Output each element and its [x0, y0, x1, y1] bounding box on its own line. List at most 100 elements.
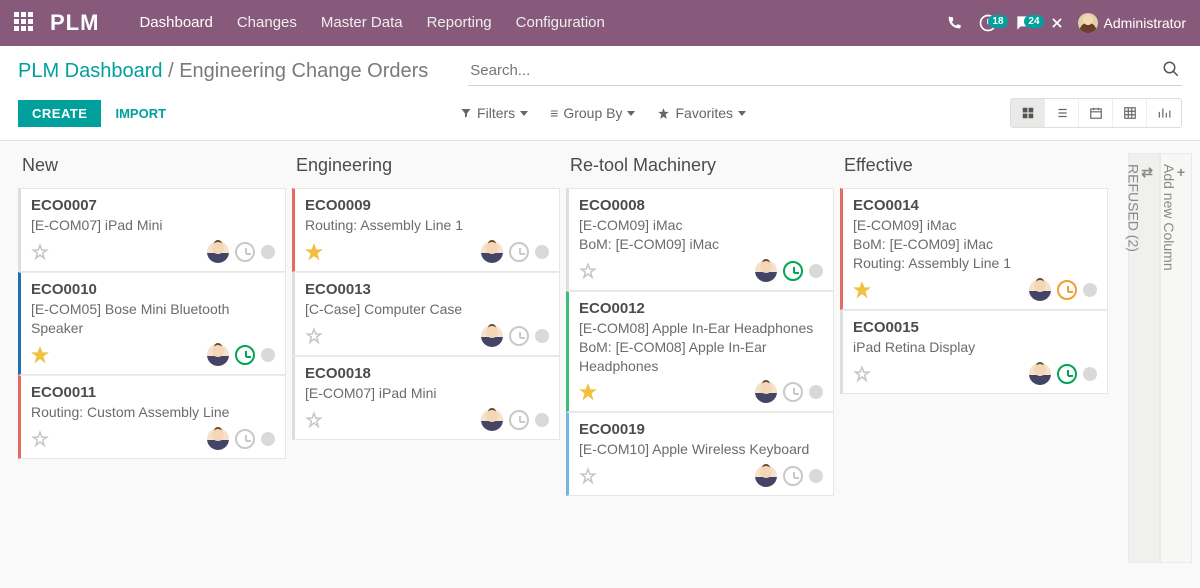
kanban-column-title[interactable]: Effective: [844, 155, 1104, 176]
card-line: BoM: [E-COM08] Apple In-Ear Headphones: [579, 338, 823, 376]
activity-clock-icon[interactable]: [783, 261, 803, 281]
card-line: [E-COM07] iPad Mini: [31, 216, 275, 235]
star-icon[interactable]: [579, 467, 597, 485]
kanban-card[interactable]: ECO0012[E-COM08] Apple In-Ear Headphones…: [566, 291, 834, 413]
calendar-view-button[interactable]: [1079, 99, 1113, 127]
folded-columns: ⇄ REFUSED (2) + Add new Column: [1128, 153, 1192, 563]
nav-item-dashboard[interactable]: Dashboard: [127, 0, 224, 46]
kanban-card[interactable]: ECO0019[E-COM10] Apple Wireless Keyboard: [566, 412, 834, 496]
folded-column-refused[interactable]: ⇄ REFUSED (2): [1128, 153, 1160, 563]
kanban-card[interactable]: ECO0008[E-COM09] iMacBoM: [E-COM09] iMac: [566, 188, 834, 291]
kanban-column-title[interactable]: Engineering: [296, 155, 556, 176]
top-nav: PLM DashboardChangesMaster DataReporting…: [0, 0, 1200, 46]
activity-clock-icon[interactable]: [1057, 280, 1077, 300]
star-icon[interactable]: [31, 346, 49, 364]
assignee-avatar-icon[interactable]: [481, 409, 503, 431]
import-button[interactable]: IMPORT: [101, 100, 180, 127]
activity-clock-icon[interactable]: [235, 345, 255, 365]
assignee-avatar-icon[interactable]: [207, 428, 229, 450]
star-icon[interactable]: [305, 411, 323, 429]
activity-clock-icon[interactable]: [509, 242, 529, 262]
kanban-card[interactable]: ECO0013[C-Case] Computer Case: [292, 272, 560, 356]
assignee-avatar-icon[interactable]: [481, 241, 503, 263]
assignee-avatar-icon[interactable]: [755, 260, 777, 282]
user-menu[interactable]: Administrator: [1078, 13, 1186, 33]
assignee-avatar-icon[interactable]: [1029, 279, 1051, 301]
kanban-state-dot[interactable]: [809, 264, 823, 278]
card-title: ECO0011: [31, 384, 275, 401]
assignee-avatar-icon[interactable]: [755, 381, 777, 403]
search-input[interactable]: [468, 56, 1182, 85]
kanban-state-dot[interactable]: [1083, 367, 1097, 381]
phone-icon[interactable]: [938, 15, 970, 31]
pivot-view-button[interactable]: [1113, 99, 1147, 127]
kanban-column-title[interactable]: Re-tool Machinery: [570, 155, 830, 176]
groupby-dropdown[interactable]: ≡ Group By: [550, 105, 635, 121]
activity-clock-icon[interactable]: [783, 466, 803, 486]
star-icon[interactable]: [31, 243, 49, 261]
kanban-card[interactable]: ECO0010[E-COM05] Bose Mini Bluetooth Spe…: [18, 272, 286, 375]
kanban-state-dot[interactable]: [535, 329, 549, 343]
close-tray-icon[interactable]: [1042, 16, 1072, 30]
nav-item-master-data[interactable]: Master Data: [309, 0, 415, 46]
kanban-state-dot[interactable]: [809, 469, 823, 483]
kanban-state-dot[interactable]: [261, 348, 275, 362]
add-column-button[interactable]: + Add new Column: [1160, 153, 1192, 563]
kanban-card[interactable]: ECO0014[E-COM09] iMacBoM: [E-COM09] iMac…: [840, 188, 1108, 310]
star-icon[interactable]: [31, 430, 49, 448]
kanban-board: New ECO0007[E-COM07] iPad MiniECO0010[E-C…: [0, 141, 1200, 571]
nav-item-configuration[interactable]: Configuration: [504, 0, 617, 46]
card-line: Routing: Custom Assembly Line: [31, 403, 275, 422]
kanban-view-button[interactable]: [1011, 99, 1045, 127]
card-footer: [305, 239, 549, 265]
kanban-state-dot[interactable]: [535, 245, 549, 259]
star-icon[interactable]: [305, 243, 323, 261]
kanban-column-title[interactable]: New: [22, 155, 282, 176]
activity-clock-icon[interactable]: [235, 242, 255, 262]
kanban-state-dot[interactable]: [261, 432, 275, 446]
kanban-card[interactable]: ECO0018[E-COM07] iPad Mini: [292, 356, 560, 440]
assignee-avatar-icon[interactable]: [481, 325, 503, 347]
card-title: ECO0015: [853, 319, 1097, 336]
search-icon[interactable]: [1162, 60, 1180, 78]
assignee-avatar-icon[interactable]: [755, 465, 777, 487]
kanban-card[interactable]: ECO0007[E-COM07] iPad Mini: [18, 188, 286, 272]
create-button[interactable]: CREATE: [18, 100, 101, 127]
apps-grid-icon[interactable]: [14, 12, 36, 34]
messages-icon[interactable]: 24: [1006, 13, 1042, 33]
star-icon: [657, 107, 670, 120]
kanban-state-dot[interactable]: [261, 245, 275, 259]
activity-clock-icon[interactable]: [509, 410, 529, 430]
star-icon[interactable]: [579, 262, 597, 280]
kanban-state-dot[interactable]: [535, 413, 549, 427]
breadcrumb-root[interactable]: PLM Dashboard: [18, 60, 163, 82]
kanban-card[interactable]: ECO0015iPad Retina Display: [840, 310, 1108, 394]
search-bar: [468, 56, 1182, 86]
nav-item-reporting[interactable]: Reporting: [415, 0, 504, 46]
activity-clock-icon[interactable]: [1057, 364, 1077, 384]
activity-clock-icon[interactable]: [783, 382, 803, 402]
favorites-dropdown[interactable]: Favorites: [657, 105, 746, 121]
list-view-button[interactable]: [1045, 99, 1079, 127]
activity-clock-icon[interactable]: [235, 429, 255, 449]
kanban-state-dot[interactable]: [809, 385, 823, 399]
star-icon[interactable]: [853, 281, 871, 299]
star-icon[interactable]: [305, 327, 323, 345]
list-icon: ≡: [550, 105, 558, 121]
kanban-card[interactable]: ECO0011 Routing: Custom Assembly Line: [18, 375, 286, 459]
filters-dropdown[interactable]: Filters: [460, 105, 528, 121]
assignee-avatar-icon[interactable]: [1029, 363, 1051, 385]
graph-view-button[interactable]: [1147, 99, 1181, 127]
card-footer: [579, 463, 823, 489]
star-icon[interactable]: [853, 365, 871, 383]
assignee-avatar-icon[interactable]: [207, 241, 229, 263]
kanban-card[interactable]: ECO0009Routing: Assembly Line 1: [292, 188, 560, 272]
kanban-column: New ECO0007[E-COM07] iPad MiniECO0010[E-C…: [18, 153, 286, 459]
card-footer: [305, 323, 549, 349]
activity-clock-icon[interactable]: [509, 326, 529, 346]
star-icon[interactable]: [579, 383, 597, 401]
kanban-state-dot[interactable]: [1083, 283, 1097, 297]
assignee-avatar-icon[interactable]: [207, 344, 229, 366]
activities-icon[interactable]: 18: [970, 13, 1006, 33]
nav-item-changes[interactable]: Changes: [225, 0, 309, 46]
